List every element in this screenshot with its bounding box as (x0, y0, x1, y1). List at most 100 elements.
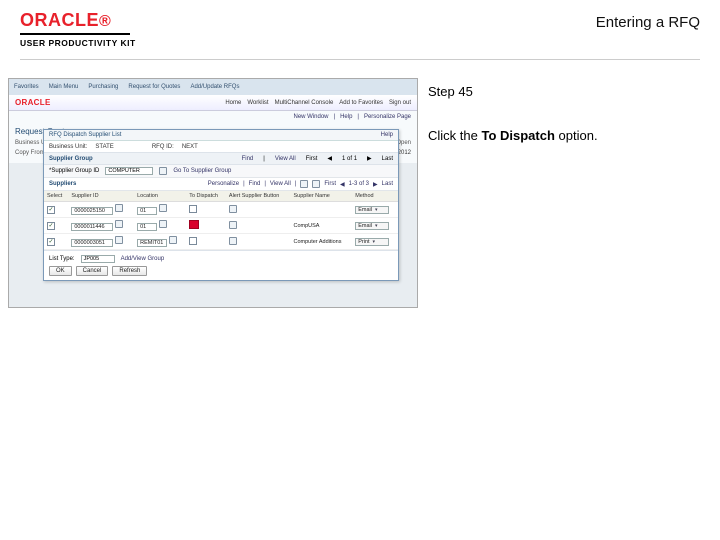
list-type-label: List Type: (49, 256, 75, 262)
lookup-icon[interactable] (115, 236, 123, 244)
find-link-2[interactable]: Find (249, 181, 261, 187)
go-supplier-link[interactable]: Go To Supplier Group (173, 168, 231, 174)
method-select[interactable]: Email (355, 206, 389, 214)
dlg-rfq-value: NEXT (182, 144, 198, 150)
supplier-name-cell: CompUSA (290, 218, 352, 234)
global-link[interactable]: Add to Favorites (339, 100, 383, 106)
step-label: Step 45 (428, 82, 700, 102)
dialog-info-row: Business Unit: STATE RFQ ID: NEXT (44, 141, 398, 152)
alert-supplier-icon[interactable] (229, 221, 237, 229)
nav-item[interactable]: Add/Update RFQs (190, 84, 239, 90)
location-input[interactable]: REMIT01 (137, 239, 167, 247)
global-link[interactable]: Worklist (247, 100, 268, 106)
supplier-name-cell (290, 202, 352, 218)
embedded-screenshot: Favorites Main Menu Purchasing Request f… (8, 78, 418, 308)
lookup-icon[interactable] (159, 220, 167, 228)
dialog-help-link[interactable]: Help (381, 132, 393, 138)
lookup-icon[interactable] (115, 220, 123, 228)
dlg-bu-label: Business Unit: (49, 144, 87, 150)
location-input[interactable]: 01 (137, 223, 157, 231)
find-link[interactable]: Find (242, 156, 254, 162)
instruction-text: Click the To Dispatch option. (428, 126, 700, 146)
pager-next-icon[interactable]: ▶ (367, 155, 372, 162)
view-all-link-2[interactable]: View All (270, 181, 291, 187)
instruction-bold: To Dispatch (481, 128, 554, 143)
alert-supplier-icon[interactable] (229, 237, 237, 245)
pager-prev-icon[interactable]: ◀ (327, 155, 332, 162)
to-dispatch-checkbox[interactable] (189, 205, 197, 213)
to-dispatch-highlight[interactable] (189, 220, 199, 229)
supplier-id-input[interactable]: 0000003051 (71, 239, 113, 247)
col-select: Select (44, 191, 68, 202)
tab-supplier-group[interactable]: Supplier Group (49, 156, 93, 162)
content-area: Favorites Main Menu Purchasing Request f… (0, 60, 720, 308)
instruction-prefix: Click the (428, 128, 481, 143)
dialog-header: RFQ Dispatch Supplier List Help (44, 130, 398, 141)
dialog-button-row: OK Cancel Refresh (49, 266, 393, 276)
global-link[interactable]: Home (225, 100, 241, 106)
suppliers-table: Select Supplier ID Location To Dispatch … (44, 191, 398, 250)
group-id-label: *Supplier Group ID (49, 168, 99, 174)
col-supplier-id: Supplier ID (68, 191, 134, 202)
method-select[interactable]: Print (355, 238, 389, 246)
pager2-first[interactable]: First (324, 181, 336, 187)
logo-block: ORACLE® USER PRODUCTIVITY KIT (20, 10, 136, 48)
download-icon[interactable] (312, 180, 320, 188)
nav-item[interactable]: Purchasing (88, 84, 118, 90)
dialog-footer: List Type: JP005 Add/View Group OK Cance… (44, 250, 398, 280)
nav-item[interactable]: Request for Quotes (128, 84, 180, 90)
supplier-id-input[interactable]: 0000025150 (71, 207, 113, 215)
dlg-rfq-label: RFQ ID: (152, 144, 174, 150)
dlg-bu-value: STATE (95, 144, 113, 150)
pager-last[interactable]: Last (382, 156, 393, 162)
nav-item[interactable]: Main Menu (49, 84, 79, 90)
lookup-icon[interactable] (169, 236, 177, 244)
pager2-prev-icon[interactable]: ◀ (340, 181, 345, 188)
copy-from-label: Copy From (15, 150, 45, 156)
col-location: Location (134, 191, 186, 202)
col-to-dispatch: To Dispatch (186, 191, 226, 202)
supplier-group-row: *Supplier Group ID COMPUTER Go To Suppli… (44, 165, 398, 178)
col-alert: Alert Supplier Button (226, 191, 291, 202)
suppliers-header-row: Suppliers Personalize| Find| View All| F… (44, 178, 398, 191)
mini-oracle-logo: ORACLE (15, 98, 51, 107)
location-input[interactable]: 01 (137, 207, 157, 215)
cancel-button[interactable]: Cancel (76, 266, 109, 276)
alert-supplier-icon[interactable] (229, 205, 237, 213)
list-type-input[interactable]: JP005 (81, 255, 115, 263)
pager2-last[interactable]: Last (382, 181, 393, 187)
lookup-icon[interactable] (159, 204, 167, 212)
pager-range: 1 of 1 (342, 156, 357, 162)
supplier-id-input[interactable]: 0000011446 (71, 223, 113, 231)
col-supplier-name: Supplier Name (290, 191, 352, 202)
add-view-group-link[interactable]: Add/View Group (121, 256, 165, 262)
row-select-checkbox[interactable]: ✓ (47, 222, 55, 230)
oracle-logo: ORACLE® (20, 10, 136, 31)
pager2-next-icon[interactable]: ▶ (373, 181, 378, 188)
instruction-panel: Step 45 Click the To Dispatch option. (428, 78, 700, 308)
method-select[interactable]: Email (355, 222, 389, 230)
lookup-icon[interactable] (115, 204, 123, 212)
breadcrumb-link[interactable]: New Window (293, 114, 328, 120)
zoom-icon[interactable] (300, 180, 308, 188)
global-link[interactable]: MultiChannel Console (275, 100, 334, 106)
col-method: Method (352, 191, 398, 202)
ok-button[interactable]: OK (49, 266, 72, 276)
global-link[interactable]: Sign out (389, 100, 411, 106)
row-select-checkbox[interactable]: ✓ (47, 238, 55, 246)
breadcrumb-link[interactable]: Help (340, 114, 352, 120)
group-id-input[interactable]: COMPUTER (105, 167, 153, 175)
to-dispatch-checkbox[interactable] (189, 237, 197, 245)
app-breadcrumb: New Window| Help| Personalize Page (9, 111, 417, 123)
pager-first[interactable]: First (306, 156, 318, 162)
personalize-link[interactable]: Personalize (208, 181, 239, 187)
row-select-checkbox[interactable]: ✓ (47, 206, 55, 214)
lookup-icon[interactable] (159, 167, 167, 175)
table-row: ✓ 0000025150 01 Email (44, 202, 398, 218)
table-row: ✓ 0000003051 REMIT01 Computer Additions … (44, 234, 398, 250)
brand-text: ORACLE (20, 10, 99, 30)
refresh-button[interactable]: Refresh (112, 266, 147, 276)
breadcrumb-link[interactable]: Personalize Page (364, 114, 411, 120)
nav-item[interactable]: Favorites (14, 84, 39, 90)
view-all-link[interactable]: View All (275, 156, 296, 162)
